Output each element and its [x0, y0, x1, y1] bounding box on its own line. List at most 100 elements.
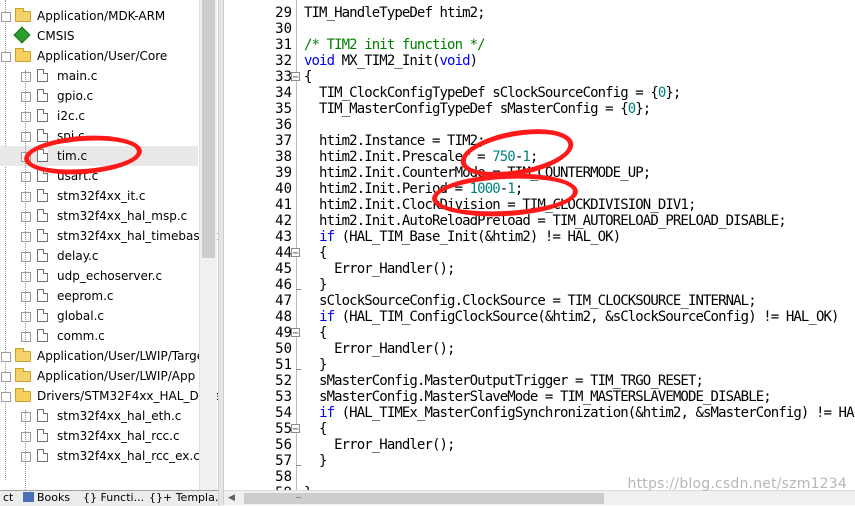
tree-file-item[interactable]: stm32f4xx_it.c	[0, 186, 198, 206]
code-line[interactable]: if (HAL_TIM_Base_Init(&htim2) != HAL_OK)	[304, 229, 621, 245]
code-line[interactable]: {	[304, 245, 327, 261]
collapse-icon[interactable]	[1, 52, 11, 62]
expand-icon[interactable]	[21, 212, 31, 222]
tree-file-item[interactable]: tim.c	[0, 146, 198, 166]
expand-icon[interactable]	[21, 92, 31, 102]
fold-toggle-icon[interactable]: −	[291, 72, 300, 83]
expand-icon[interactable]	[1, 372, 11, 382]
fold-toggle-icon[interactable]: −	[291, 424, 300, 435]
code-line[interactable]: sMasterConfig.MasterOutputTrigger = TIM_…	[304, 373, 704, 389]
code-line[interactable]: htim2.Init.AutoReloadPreload = TIM_AUTOR…	[304, 213, 787, 229]
expand-icon[interactable]	[21, 172, 31, 182]
code-line[interactable]: Error_Handler();	[304, 341, 455, 357]
tree-file-item[interactable]: stm32f4xx_hal_eth.c	[0, 406, 198, 426]
tree-file-item[interactable]: global.c	[0, 306, 198, 326]
tree-file-item[interactable]: stm32f4xx_hal_timebase_ti	[0, 226, 218, 246]
editor-scrollbar-thumb[interactable]	[244, 493, 604, 504]
expand-icon[interactable]	[21, 192, 31, 202]
tree-file-item[interactable]: stm32f4xx_hal_msp.c	[0, 206, 198, 226]
tree-file-item[interactable]: comm.c	[0, 326, 198, 346]
editor-horizontal-scrollbar[interactable]: ◀	[224, 490, 855, 505]
tree-file-item[interactable]: udp_echoserver.c	[0, 266, 198, 286]
code-line[interactable]: htim2.Instance = TIM2;	[304, 133, 486, 149]
c-file-icon	[37, 109, 48, 122]
code-line[interactable]: htim2.Init.Period = 1000-1;	[304, 181, 523, 197]
line-number: 55	[275, 421, 292, 437]
c-file-icon	[37, 129, 48, 142]
tree-file-item[interactable]: i2c.c	[0, 106, 198, 126]
code-line[interactable]: TIM_MasterConfigTypeDef sMasterConfig = …	[304, 101, 651, 117]
cmsis-component-icon	[13, 26, 31, 44]
tree-vertical-scrollbar[interactable]	[199, 0, 217, 490]
code-line[interactable]: htim2.Init.CounterMode = TIM_COUNTERMODE…	[304, 165, 651, 181]
tree-file-item[interactable]: main.c	[0, 66, 198, 86]
line-number: 35	[275, 101, 292, 117]
fold-toggle-icon[interactable]: −	[291, 328, 300, 339]
tab-books[interactable]: Books	[20, 491, 84, 506]
code-line[interactable]: Error_Handler();	[304, 437, 455, 453]
code-line[interactable]: }	[304, 357, 327, 373]
tree-item-label: stm32f4xx_it.c	[57, 189, 146, 203]
code-editor[interactable]: 29 30 31 32 33 34 35 36 37 38 39 40 41 42 43 44 45 46 47 48…	[224, 0, 855, 505]
code-line[interactable]: }	[304, 277, 327, 293]
expand-icon[interactable]	[21, 412, 31, 422]
code-line[interactable]: sClockSourceConfig.ClockSource = TIM_CLO…	[304, 293, 757, 309]
fold-toggle-icon[interactable]: −	[291, 248, 300, 259]
tree-group-item[interactable]: Drivers/STM32F4xx_HAL_Drive	[0, 386, 218, 406]
code-line[interactable]: {	[304, 421, 327, 437]
expand-icon[interactable]	[21, 272, 31, 282]
line-number: 32	[275, 53, 292, 69]
folder-open-icon	[15, 388, 31, 402]
line-number: 52	[275, 373, 292, 389]
expand-icon[interactable]	[21, 312, 31, 322]
code-area[interactable]: TIM_HandleTypeDef htim2; /* TIM2 init fun…	[304, 0, 855, 501]
code-line[interactable]: {	[304, 325, 327, 341]
code-line[interactable]: if (HAL_TIM_ConfigClockSource(&htim2, &s…	[304, 309, 839, 325]
expand-icon[interactable]	[21, 232, 31, 242]
code-line[interactable]: Error_Handler();	[304, 261, 455, 277]
expand-icon[interactable]	[21, 432, 31, 442]
tree-group-item[interactable]: Application/User/LWIP/Target	[0, 346, 209, 366]
tree-file-item[interactable]: stm32f4xx_hal_rcc_ex.c	[0, 446, 200, 466]
tree-group-item[interactable]: Application/User/Core	[0, 46, 198, 66]
expand-icon[interactable]	[21, 132, 31, 142]
tree-group-item[interactable]: Application/MDK-ARM	[0, 6, 198, 26]
code-line[interactable]: /* TIM2 init function */	[304, 37, 486, 53]
expand-icon[interactable]	[1, 12, 11, 22]
code-line[interactable]: TIM_HandleTypeDef htim2;	[304, 5, 486, 21]
c-file-icon	[37, 69, 48, 82]
tree-component-item[interactable]: CMSIS	[0, 26, 198, 46]
tree-file-item[interactable]: usart.c	[0, 166, 198, 186]
tree-file-item[interactable]: delay.c	[0, 246, 198, 266]
tab-functions[interactable]: {} Functi...	[80, 491, 150, 506]
tab-label: {}+ Templa...	[149, 491, 222, 504]
expand-icon[interactable]	[1, 352, 11, 362]
code-line[interactable]: if (HAL_TIMEx_MasterConfigSynchronizatio…	[304, 405, 855, 421]
tree-item-label: spi.c	[57, 129, 85, 143]
tree-item-label: stm32f4xx_hal_timebase_ti	[57, 229, 218, 243]
tree-group-item[interactable]: Application/User/LWIP/App	[0, 366, 198, 386]
code-line[interactable]: void MX_TIM2_Init(void)	[304, 53, 478, 69]
code-line[interactable]: }	[304, 453, 327, 469]
expand-icon[interactable]	[21, 252, 31, 262]
code-line[interactable]: htim2.Init.Prescaler = 750-1;	[304, 149, 538, 165]
code-line[interactable]: htim2.Init.ClockDivision = TIM_CLOCKDIVI…	[304, 197, 696, 213]
tree-file-item[interactable]: gpio.c	[0, 86, 198, 106]
code-line[interactable]: TIM_ClockConfigTypeDef sClockSourceConfi…	[304, 85, 681, 101]
scroll-left-arrow-icon[interactable]: ◀	[228, 493, 235, 503]
expand-icon[interactable]	[21, 332, 31, 342]
expand-icon[interactable]	[21, 72, 31, 82]
tree-file-item[interactable]: eeprom.c	[0, 286, 198, 306]
tab-templates[interactable]: {}+ Templa...	[146, 491, 222, 506]
code-line[interactable]: sMasterConfig.MasterSlaveMode = TIM_MAST…	[304, 389, 772, 405]
tree-file-item[interactable]: spi.c	[0, 126, 198, 146]
code-line[interactable]: {	[304, 69, 312, 85]
expand-icon[interactable]	[21, 112, 31, 122]
expand-icon[interactable]	[21, 152, 31, 162]
expand-icon[interactable]	[21, 452, 31, 462]
tree-file-item[interactable]: stm32f4xx_hal_rcc.c	[0, 426, 198, 446]
expand-icon[interactable]	[21, 292, 31, 302]
collapse-icon[interactable]	[1, 392, 11, 402]
tree-scrollbar-thumb[interactable]	[202, 0, 215, 258]
c-file-icon	[37, 309, 48, 322]
